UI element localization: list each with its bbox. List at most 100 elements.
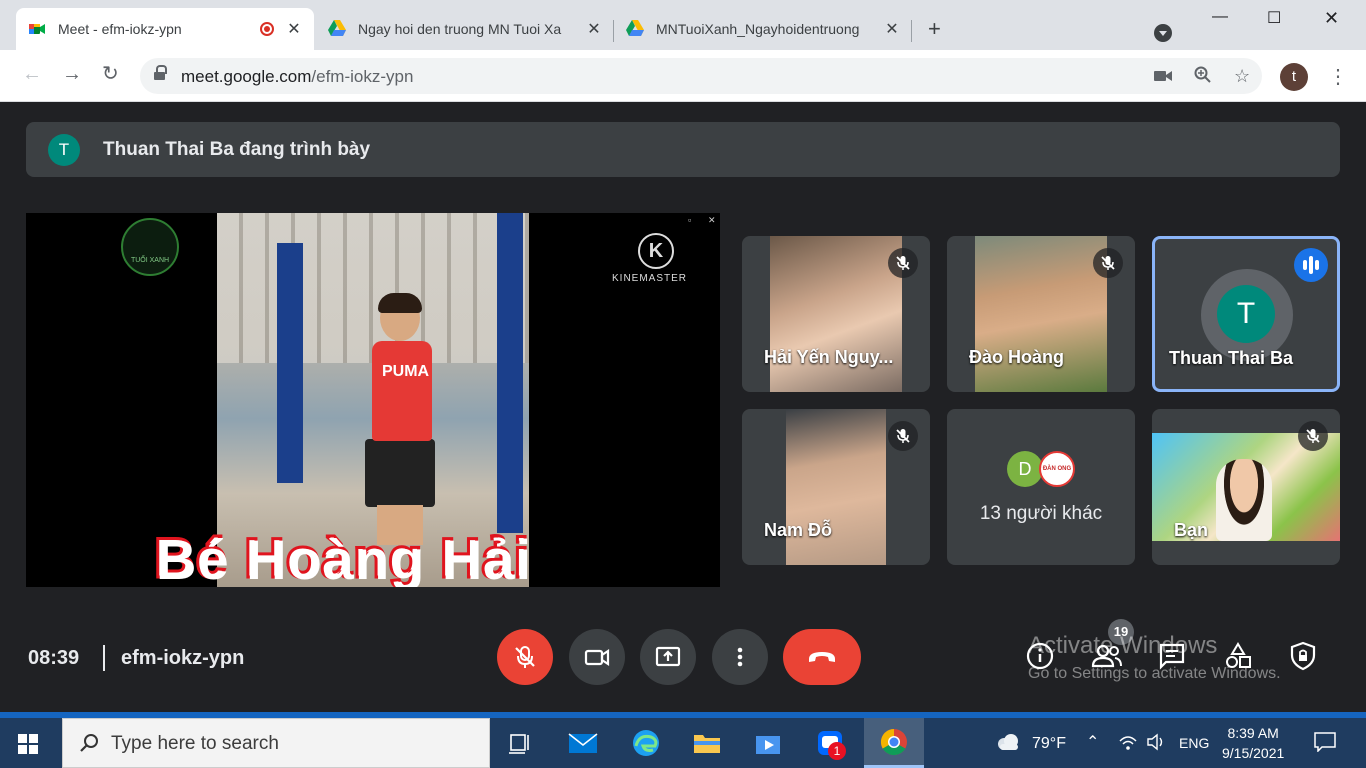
activate-windows-subtitle: Go to Settings to activate Windows.	[1028, 665, 1281, 682]
tab-drive-2[interactable]: MNTuoiXanh_Ngayhoidentruong ✕	[614, 8, 912, 50]
self-figure	[1216, 459, 1272, 541]
meet-favicon-icon	[28, 20, 46, 38]
address-bar[interactable]: meet.google.com/efm-iokz-ypn ☆	[140, 58, 1262, 94]
show-hidden-icons-icon[interactable]: ⌃	[1086, 732, 1099, 752]
avatar: T	[1217, 285, 1275, 343]
taskbar-clock[interactable]: 8:39 AM 9/15/2021	[1222, 723, 1284, 763]
leave-call-button[interactable]	[783, 629, 861, 685]
lock-icon	[154, 65, 167, 81]
recording-icon	[260, 22, 274, 36]
activate-windows-title: Activate Windows	[1028, 632, 1218, 659]
browser-toolbar: ← → ↻ meet.google.com/efm-iokz-ypn ☆ t ⋮	[0, 50, 1366, 102]
reload-button[interactable]: ↻	[102, 64, 119, 84]
video-editor-icon[interactable]	[754, 728, 784, 758]
input-language[interactable]: ENG	[1179, 735, 1209, 751]
camera-icon[interactable]	[1154, 66, 1172, 88]
close-window-button[interactable]: ✕	[1324, 8, 1339, 29]
mail-icon[interactable]	[568, 728, 598, 758]
participant-name: Thuan Thai Ba	[1169, 348, 1294, 368]
chrome-taskbar-button[interactable]	[864, 718, 924, 768]
drive-icon	[626, 20, 644, 38]
mic-off-icon	[888, 421, 918, 451]
participant-name: Bạn	[1174, 520, 1209, 540]
close-tab-icon[interactable]: ✕	[286, 19, 302, 39]
participant-tile[interactable]: Nam Đỗ	[742, 409, 930, 565]
taskbar-search-input[interactable]: Type here to search	[62, 718, 490, 768]
participant-video	[975, 236, 1107, 392]
avatar: D	[1007, 451, 1043, 487]
zalo-icon[interactable]: 1	[816, 728, 846, 760]
figure	[365, 439, 435, 507]
close-tab-icon[interactable]: ✕	[884, 19, 900, 39]
video-caption: Bé Hoàng Hải	[156, 528, 533, 587]
close-icon[interactable]: ✕	[708, 215, 716, 226]
back-button[interactable]: ←	[22, 64, 42, 84]
participant-tile[interactable]: T Thuan Thai Ba	[1152, 236, 1340, 392]
bookmark-star-icon[interactable]: ☆	[1234, 66, 1250, 87]
minimize-button[interactable]: —	[1212, 8, 1228, 26]
windows-start-icon[interactable]	[18, 734, 38, 754]
search-placeholder: Type here to search	[111, 733, 279, 754]
tab-separator	[911, 20, 912, 42]
more-options-button[interactable]	[712, 629, 768, 685]
wifi-icon[interactable]	[1118, 733, 1138, 756]
participant-video	[786, 409, 886, 565]
search-icon	[80, 734, 98, 752]
drive-icon	[328, 20, 346, 38]
self-tile[interactable]: Bạn	[1152, 409, 1340, 565]
notification-badge: 1	[828, 742, 846, 760]
tab-meet[interactable]: Meet - efm-iokz-ypn ✕	[16, 8, 314, 50]
pip-icon[interactable]: ▫	[688, 215, 691, 225]
pillar	[277, 243, 303, 483]
participant-tile[interactable]: Đào Hoàng	[947, 236, 1135, 392]
file-explorer-icon[interactable]	[692, 728, 722, 758]
shield-lock-icon	[1290, 641, 1316, 671]
others-count: 13 người khác	[979, 503, 1103, 524]
profile-avatar[interactable]: t	[1280, 63, 1308, 91]
participant-name: Nam Đỗ	[764, 520, 833, 540]
participant-video	[770, 236, 902, 392]
tab-title: Meet - efm-iokz-ypn	[58, 21, 182, 37]
figure	[372, 341, 432, 441]
meeting-code: efm-iokz-ypn	[121, 647, 245, 669]
presenting-text: Thuan Thai Ba đang trình bày	[103, 139, 371, 160]
meet-area: T Thuan Thai Ba đang trình bày TUỔI XANH…	[4, 103, 1362, 715]
present-icon	[655, 646, 681, 667]
forward-button[interactable]: →	[62, 64, 82, 84]
avatar: T	[48, 134, 80, 166]
action-center-icon[interactable]	[1314, 732, 1336, 757]
presentation-video[interactable]: TUỔI XANH PUMA K KINEMASTER Bé Hoàng Hải…	[26, 213, 720, 587]
browser-menu-icon[interactable]: ⋮	[1328, 64, 1348, 89]
weather-icon[interactable]	[994, 732, 1022, 757]
present-screen-button[interactable]	[640, 629, 696, 685]
clock-date: 9/15/2021	[1222, 745, 1285, 761]
camera-toggle-button[interactable]	[569, 629, 625, 685]
zoom-icon[interactable]	[1194, 66, 1212, 89]
tab-search-icon[interactable]	[1154, 24, 1172, 42]
divider	[103, 645, 105, 671]
mic-off-icon	[1298, 421, 1328, 451]
maximize-button[interactable]: ☐	[1267, 8, 1281, 28]
participant-name: Hải Yến Nguy...	[764, 347, 894, 367]
edge-icon[interactable]	[631, 728, 661, 758]
task-view-icon[interactable]	[505, 728, 535, 758]
logo-text: TUỔI XANH	[130, 257, 170, 264]
kinemaster-logo: K	[638, 233, 674, 269]
windows-taskbar: Type here to search 1 79°F ⌃ ENG 8:39 AM…	[0, 718, 1366, 768]
mic-off-icon	[1093, 248, 1123, 278]
mic-toggle-button[interactable]	[497, 629, 553, 685]
hang-up-icon	[809, 652, 835, 662]
others-tile[interactable]: D ĐÀN ONG 13 người khác	[947, 409, 1135, 565]
clock-time: 8:39 AM	[1227, 725, 1279, 741]
url-text: meet.google.com/efm-iokz-ypn	[181, 67, 414, 86]
participant-tile[interactable]: Hải Yến Nguy...	[742, 236, 930, 392]
close-tab-icon[interactable]: ✕	[586, 19, 602, 39]
tab-drive-1[interactable]: Ngay hoi den truong MN Tuoi Xa ✕	[316, 8, 614, 50]
participant-name: Đào Hoàng	[969, 347, 1065, 367]
volume-icon[interactable]	[1146, 733, 1166, 756]
chrome-icon	[880, 728, 907, 756]
weather-temp: 79°F	[1032, 735, 1066, 752]
speaking-indicator-icon	[1294, 248, 1328, 282]
new-tab-button[interactable]: +	[928, 18, 941, 40]
host-controls-button[interactable]	[1288, 641, 1318, 676]
